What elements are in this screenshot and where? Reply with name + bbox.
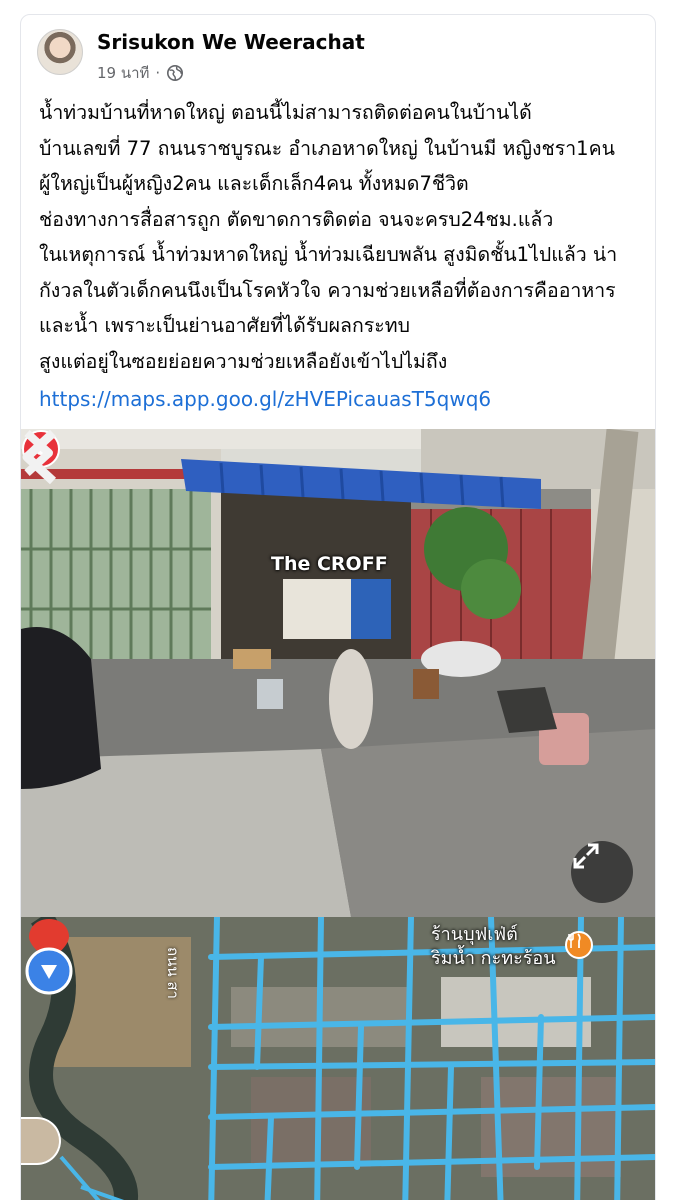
- fork-knife-icon: [568, 933, 581, 948]
- satellite-map[interactable]: ถนน สา ร้านบุฟเฟ่ต์ ริมน้ำ กะทะร้อน: [21, 917, 655, 1200]
- post-body: น้ำท่วมบ้านที่หาดใหญ่ ตอนนี้ไม่สามารถติด…: [39, 101, 618, 373]
- meta-separator: ·: [155, 64, 161, 82]
- avatar[interactable]: [37, 29, 83, 75]
- author-name[interactable]: Srisukon We Weerachat: [97, 30, 365, 54]
- road-label: ถนน สา: [164, 947, 182, 999]
- expand-icon: [573, 843, 599, 869]
- facebook-post-card: Srisukon We Weerachat 19 นาที · น้ำท่วมบ…: [20, 14, 656, 1200]
- post-header: Srisukon We Weerachat 19 นาที ·: [37, 29, 637, 89]
- street-view-image: [21, 429, 655, 917]
- street-view-person-icon[interactable]: [21, 917, 77, 995]
- post-time[interactable]: 19 นาที: [97, 61, 149, 85]
- navigate-right-arrow-icon[interactable]: [21, 429, 57, 477]
- street-view-photo[interactable]: The CROFF: [21, 429, 655, 917]
- poi-label-line-1: ร้านบุฟเฟ่ต์: [431, 924, 518, 945]
- restaurant-icon[interactable]: [565, 931, 593, 959]
- globe-icon[interactable]: [166, 64, 184, 82]
- poi-label: ร้านบุฟเฟ่ต์ ริมน้ำ กะทะร้อน: [431, 923, 556, 971]
- map-image: [21, 917, 655, 1200]
- place-name-label: The CROFF: [271, 553, 388, 575]
- post-link[interactable]: https://maps.app.goo.gl/zHVEPicauasT5qwq…: [39, 387, 491, 411]
- post-meta: 19 นาที ·: [97, 61, 184, 85]
- poi-label-line-2: ริมน้ำ กะทะร้อน: [431, 948, 556, 969]
- expand-button[interactable]: [571, 841, 633, 903]
